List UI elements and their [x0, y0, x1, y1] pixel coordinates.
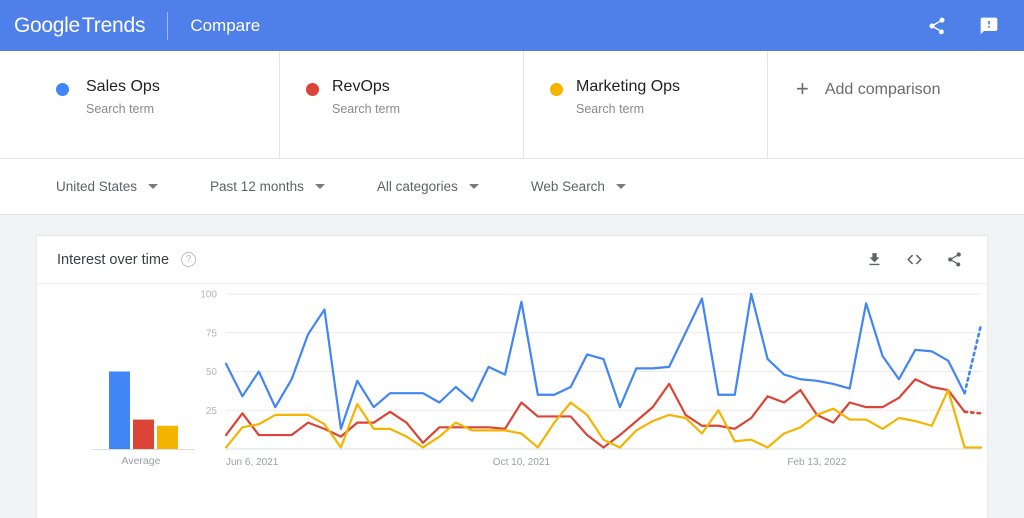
term-name: RevOps: [332, 78, 390, 95]
series-partial-line-1: [963, 410, 983, 415]
share-icon[interactable]: [943, 249, 965, 271]
x-axis-tick-label: Jun 6, 2021: [226, 457, 279, 468]
filter-search-type-label: Web Search: [530, 179, 605, 194]
page-body: Interest over time ? Average 25 50 75 10…: [0, 215, 1024, 518]
compare-page-label: Compare: [190, 15, 261, 35]
feedback-icon[interactable]: [976, 13, 1002, 39]
comparison-terms-row: Sales Ops Search term RevOps Search term…: [0, 51, 1024, 159]
y-axis-tick-label: 100: [200, 290, 217, 301]
chevron-down-icon: [468, 184, 479, 189]
help-icon[interactable]: ?: [181, 252, 197, 267]
embed-icon[interactable]: [903, 249, 925, 271]
google-trends-logo[interactable]: Google Trends: [14, 13, 146, 38]
appbar-actions: [924, 13, 1002, 39]
filter-time-range[interactable]: Past 12 months: [210, 179, 325, 194]
filter-time-range-label: Past 12 months: [210, 179, 304, 194]
add-comparison-label: Add comparison: [824, 81, 941, 98]
average-bar-1: [133, 419, 154, 449]
comparison-term-1[interactable]: RevOps Search term: [280, 51, 524, 158]
interest-over-time-chart[interactable]: Average 25 50 75 100 Jun 6, 2021 Oct 10, 2021 F…: [37, 284, 987, 518]
appbar-divider: [167, 11, 169, 40]
chevron-down-icon: [314, 184, 325, 189]
y-axis-tick-label: 75: [206, 328, 218, 339]
chevron-down-icon: [148, 184, 159, 189]
filter-category[interactable]: All categories: [377, 179, 479, 194]
card-header: Interest over time ?: [37, 236, 987, 284]
x-axis-tick-label: Feb 13, 2022: [787, 457, 846, 468]
series-dot-red: [306, 83, 319, 96]
plus-icon: +: [796, 76, 809, 101]
average-label: Average: [122, 455, 161, 467]
app-bar: Google Trends Compare: [0, 0, 1024, 51]
filter-search-type[interactable]: Web Search: [531, 179, 626, 194]
average-bar-2: [157, 425, 178, 449]
filter-location-label: United States: [56, 179, 138, 194]
series-line-1: [224, 378, 966, 449]
term-subtitle: Search term: [576, 102, 645, 116]
comparison-term-0[interactable]: Sales Ops Search term: [0, 51, 280, 158]
series-line-0: [224, 292, 966, 430]
x-axis-tick-label: Oct 10, 2021: [493, 457, 551, 468]
add-comparison-button[interactable]: + Add comparison: [768, 51, 1024, 158]
logo-trends-word: Trends: [81, 13, 146, 37]
series-partial-line-0: [963, 323, 983, 395]
average-bar-0: [109, 371, 130, 449]
term-subtitle: Search term: [86, 102, 155, 116]
filter-location[interactable]: United States: [56, 179, 159, 194]
y-axis-tick-label: 25: [206, 406, 218, 417]
series-dot-blue: [56, 83, 69, 96]
y-axis-tick-label: 50: [206, 367, 218, 378]
term-subtitle: Search term: [332, 102, 401, 116]
page-title: Interest over time: [57, 251, 170, 268]
series-dot-yellow: [550, 83, 563, 96]
share-icon[interactable]: [924, 13, 950, 39]
term-name: Sales Ops: [86, 78, 160, 95]
term-name: Marketing Ops: [576, 78, 681, 95]
chart-area[interactable]: Average 25 50 75 100 Jun 6, 2021 Oct 10, 2021 F…: [37, 284, 987, 518]
chevron-down-icon: [615, 184, 626, 189]
interest-over-time-card: Interest over time ? Average 25 50 75 10…: [36, 235, 988, 518]
comparison-term-2[interactable]: Marketing Ops Search term: [524, 51, 768, 158]
card-actions: [863, 249, 965, 271]
download-icon[interactable]: [863, 249, 885, 271]
logo-google-word: Google: [14, 13, 80, 37]
filter-bar: United States Past 12 months All categor…: [0, 159, 1024, 215]
filter-category-label: All categories: [376, 179, 458, 194]
